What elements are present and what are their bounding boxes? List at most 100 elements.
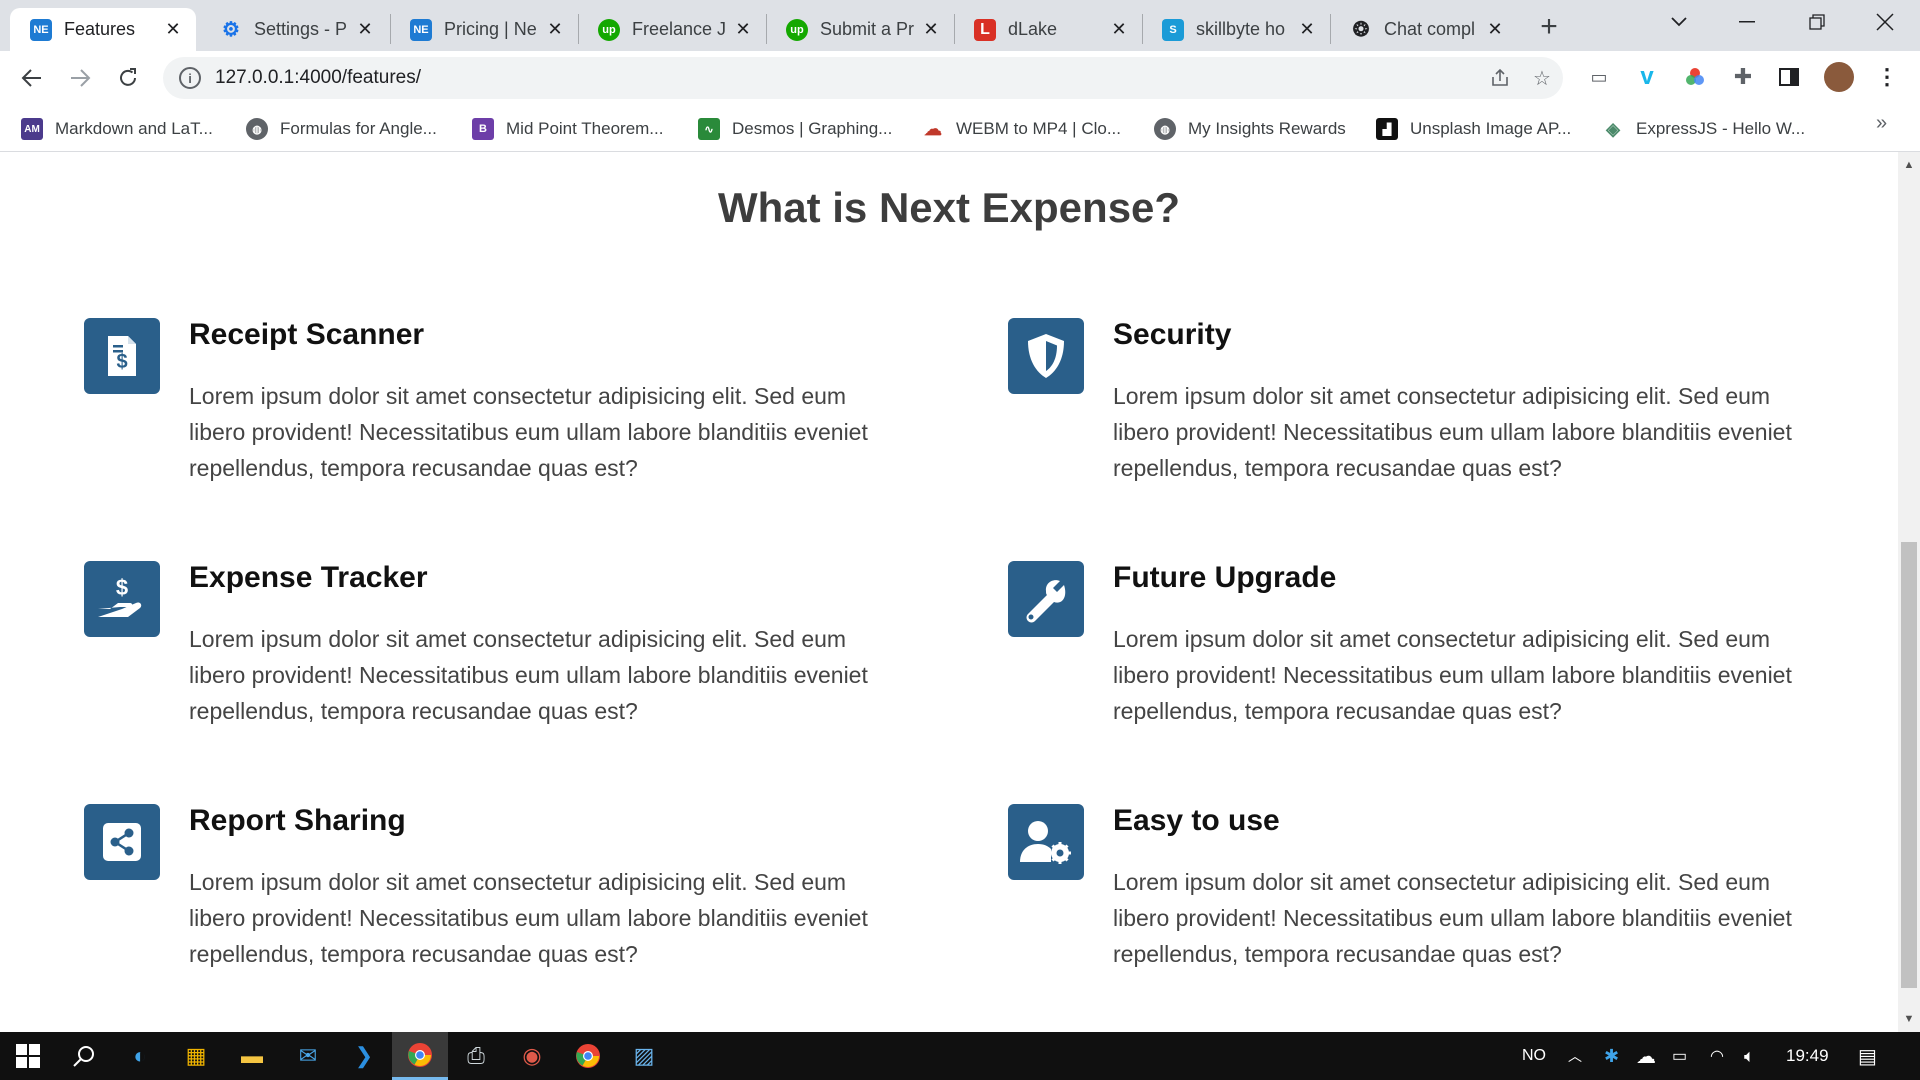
battery-icon[interactable]: ▭	[1672, 1032, 1687, 1080]
close-icon[interactable]: ✕	[1486, 19, 1504, 39]
more-bookmarks-icon[interactable]: »	[1876, 112, 1887, 135]
tab-skillbyte[interactable]: S skillbyte ho ✕	[1142, 8, 1330, 51]
close-icon[interactable]: ✕	[164, 19, 182, 39]
mail-taskbar-icon[interactable]: ✉	[280, 1032, 336, 1080]
tab-search-button[interactable]	[1648, 0, 1710, 44]
reload-button[interactable]	[110, 60, 146, 96]
windows-logo-icon	[16, 1044, 40, 1068]
new-tab-button[interactable]: +	[1532, 10, 1566, 44]
back-button[interactable]	[14, 60, 50, 96]
feature-card: $ Receipt Scanner Lorem ipsum dolor sit …	[84, 318, 904, 518]
star-icon[interactable]: ☆	[1531, 67, 1553, 90]
cloud-icon: ☁	[924, 118, 942, 139]
scroll-thumb[interactable]	[1901, 542, 1917, 988]
bookmark-label: Unsplash Image AP...	[1410, 119, 1572, 138]
cast-icon[interactable]: ▭	[1586, 64, 1612, 90]
close-icon[interactable]: ✕	[356, 19, 374, 39]
notification-icon[interactable]: ▤	[1858, 1032, 1877, 1080]
chrome-taskbar-icon-2[interactable]	[560, 1032, 616, 1080]
feature-title: Easy to use	[1113, 804, 1280, 837]
scroll-up-arrow-icon[interactable]: ▲	[1898, 154, 1920, 176]
tab-pricing[interactable]: NE Pricing | Ne ✕	[390, 8, 578, 51]
tab-title: Chat compl	[1384, 19, 1476, 39]
chrome-taskbar-icon[interactable]	[392, 1032, 448, 1080]
bookmark-item[interactable]: ☁ WEBM to MP4 | Clo...	[922, 116, 1121, 142]
clock[interactable]: 19:49	[1786, 1032, 1829, 1080]
scroll-down-arrow-icon[interactable]: ▼	[1898, 1008, 1920, 1030]
bookmarks-bar: AM Markdown and LaT... ◍ Formulas for An…	[0, 106, 1920, 152]
tab-strip: NE Features ✕ ⚙ Settings - P ✕ NE Pricin…	[0, 0, 1920, 51]
folder-taskbar-icon[interactable]: ▬	[224, 1032, 280, 1080]
onedrive-icon[interactable]: ☁	[1636, 1032, 1656, 1080]
address-bar[interactable]: i 127.0.0.1:4000/features/ ☆	[163, 57, 1563, 99]
diamond-icon: ◈	[1606, 118, 1620, 139]
photos-taskbar-icon[interactable]: ▨	[616, 1032, 672, 1080]
feature-description: Lorem ipsum dolor sit amet consectetur a…	[189, 383, 868, 481]
bookmark-label: My Insights Rewards	[1188, 119, 1346, 138]
close-icon[interactable]: ✕	[1298, 19, 1316, 39]
tool-taskbar-icon[interactable]: ◉	[504, 1032, 560, 1080]
store-taskbar-icon[interactable]: ▦	[168, 1032, 224, 1080]
feature-description: Lorem ipsum dolor sit amet consectetur a…	[1113, 869, 1792, 967]
feature-card: Report Sharing Lorem ipsum dolor sit ame…	[84, 804, 904, 1004]
tab-settings[interactable]: ⚙ Settings - P ✕	[200, 8, 388, 51]
more-vert-icon[interactable]: ⋮	[1874, 64, 1900, 90]
ne-favicon-icon: NE	[30, 18, 52, 41]
wifi-icon[interactable]: ◠	[1710, 1032, 1724, 1080]
tab-freelance[interactable]: up Freelance J ✕	[578, 8, 766, 51]
tab-submit[interactable]: up Submit a Pr ✕	[766, 8, 954, 51]
forward-button[interactable]	[62, 60, 98, 96]
receipt-icon: $	[84, 318, 160, 394]
url-text[interactable]: 127.0.0.1:4000/features/	[215, 67, 421, 89]
tab-chat[interactable]: ❂ Chat compl ✕	[1330, 8, 1518, 51]
color-picker-icon[interactable]	[1682, 64, 1708, 90]
close-icon[interactable]: ✕	[922, 19, 940, 39]
bookmark-item[interactable]: ∿ Desmos | Graphing...	[698, 116, 892, 142]
avatar[interactable]	[1824, 62, 1854, 92]
bookmark-item[interactable]: ▟ Unsplash Image AP...	[1376, 116, 1571, 142]
puzzle-icon[interactable]: ✚	[1730, 64, 1756, 90]
vscode-taskbar-icon[interactable]: ❯	[336, 1032, 392, 1080]
edge-taskbar-icon[interactable]: ◐	[112, 1032, 168, 1080]
arrow-right-icon	[71, 69, 91, 87]
close-icon[interactable]: ✕	[546, 19, 564, 39]
bookmark-item[interactable]: ◍ My Insights Rewards	[1154, 116, 1346, 142]
close-icon[interactable]: ✕	[1110, 19, 1128, 39]
feature-card: Future Upgrade Lorem ipsum dolor sit ame…	[1008, 561, 1828, 761]
bookmark-item[interactable]: ◈ ExpressJS - Hello W...	[1602, 116, 1805, 142]
restore-button[interactable]	[1786, 0, 1848, 44]
side-panel-icon[interactable]	[1776, 64, 1802, 90]
language-indicator[interactable]: NO	[1522, 1032, 1546, 1080]
share-page-icon[interactable]	[1489, 67, 1511, 89]
bookmark-item[interactable]: ◍ Formulas for Angle...	[246, 116, 437, 142]
app-taskbar-icon[interactable]: ⎙	[448, 1032, 504, 1080]
bookmark-item[interactable]: AM Markdown and LaT...	[21, 116, 213, 142]
svg-text:$: $	[116, 575, 128, 600]
bluetooth-icon[interactable]: ✱	[1604, 1032, 1619, 1080]
bookmark-item[interactable]: B Mid Point Theorem...	[472, 116, 663, 142]
tab-dlake[interactable]: L dLake ✕	[954, 8, 1142, 51]
upwork-icon: up	[786, 18, 808, 41]
vimeo-icon[interactable]: v	[1634, 63, 1660, 90]
feature-title: Security	[1113, 318, 1232, 351]
info-icon[interactable]: i	[179, 67, 201, 89]
feature-card: Easy to use Lorem ipsum dolor sit amet c…	[1008, 804, 1828, 1004]
vertical-scrollbar[interactable]: ▲ ▼	[1898, 152, 1920, 1032]
close-icon[interactable]: ✕	[734, 19, 752, 39]
skillbyte-icon: S	[1162, 18, 1184, 41]
chevron-up-icon[interactable]: ︿	[1568, 1032, 1582, 1080]
volume-icon[interactable]: 🔈︎	[1744, 1032, 1755, 1080]
close-window-button[interactable]	[1854, 0, 1916, 44]
search-button[interactable]	[56, 1032, 112, 1080]
minimize-button[interactable]	[1716, 0, 1778, 44]
feature-card: Security Lorem ipsum dolor sit amet cons…	[1008, 318, 1828, 518]
hand-dollar-icon: $	[84, 561, 160, 637]
tab-title: Settings - P	[254, 19, 348, 39]
tab-features[interactable]: NE Features ✕	[10, 8, 196, 51]
feature-title: Expense Tracker	[189, 561, 428, 594]
start-button[interactable]	[0, 1032, 56, 1080]
tab-title: Features	[64, 19, 136, 39]
bookmark-label: Markdown and LaT...	[55, 119, 213, 138]
restore-icon	[1809, 14, 1825, 30]
bookmark-label: Desmos | Graphing...	[732, 119, 893, 138]
